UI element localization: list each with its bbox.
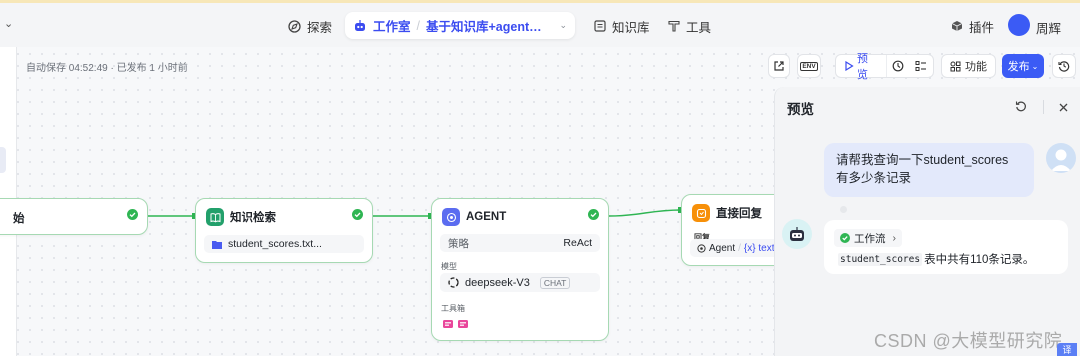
answer-text: 表中共有110条记录。 (924, 254, 1035, 266)
agent-model-name: deepseek-V3 (465, 276, 530, 289)
folder-icon (212, 240, 222, 249)
workflow-trace-label: 工作流 (854, 232, 886, 245)
database-tool-icon[interactable] (458, 317, 468, 331)
success-check-icon (352, 209, 363, 223)
reply-ref-variable: {x} text (743, 242, 775, 254)
user-message-bubble: 请帮我查询一下student_scores 有多少条记录 (824, 143, 1034, 197)
bot-message-bubble: 工作流 › student_scores 表中共有110条记录。 (824, 220, 1068, 274)
agent-model-row[interactable]: deepseek-V3 CHAT (440, 273, 600, 292)
chevron-right-icon: › (892, 232, 897, 244)
agent-strategy-value: ReAct (563, 237, 592, 249)
agent-strategy-label: 策略 (448, 237, 469, 250)
agent-model-tag: CHAT (539, 276, 571, 289)
knowledge-node-header: 知识检索 (206, 208, 276, 226)
watermark-text: CSDN @大模型研究院 (874, 331, 1063, 351)
agent-node-header: AGENT (442, 208, 506, 226)
close-icon[interactable] (1059, 101, 1068, 115)
knowledge-node-title: 知识检索 (230, 212, 276, 224)
knowledge-file-name: student_scores.txt... (228, 238, 322, 250)
reply-node-title: 直接回复 (716, 208, 762, 220)
agent-toolbox-label: 工具箱 (441, 304, 465, 313)
reply-ref-source: Agent (709, 242, 736, 254)
loading-dot (840, 206, 847, 213)
success-check-icon (588, 209, 599, 223)
bot-answer: student_scores 表中共有110条记录。 (838, 251, 1034, 267)
reply-variable-ref[interactable]: Agent / {x} text (690, 239, 786, 257)
success-check-icon (127, 209, 138, 223)
user-message-text: 请帮我查询一下student_scores 有多少条记录 (836, 153, 1009, 185)
agent-node-title: AGENT (466, 211, 507, 223)
agent-icon (442, 208, 460, 226)
agent-node[interactable]: AGENT 策略 ReAct 模型 deepseek-V3 CHAT 工具箱 (431, 198, 609, 341)
success-check-icon (840, 233, 850, 243)
agent-small-icon (697, 243, 706, 253)
database-tool-icon[interactable] (443, 317, 453, 331)
reply-icon (692, 204, 710, 222)
bot-robot-icon (790, 227, 804, 241)
knowledge-file-item[interactable]: student_scores.txt... (204, 235, 364, 253)
deepseek-model-icon (448, 277, 459, 288)
edge-agent-reply (608, 209, 682, 217)
preview-panel-title: 预览 (787, 102, 814, 117)
agent-strategy-row[interactable]: 策略 ReAct (440, 234, 600, 252)
refresh-icon[interactable] (1015, 100, 1027, 115)
reply-ref-separator: / (738, 242, 741, 254)
workflow-trace-tag[interactable]: 工作流 › (834, 229, 902, 247)
agent-model-label: 模型 (441, 262, 457, 271)
panel-header-divider (1043, 100, 1044, 114)
knowledge-node[interactable]: 知识检索 student_scores.txt... (195, 198, 373, 263)
answer-code-span: student_scores (838, 252, 923, 266)
user-message-avatar (1046, 143, 1076, 173)
bot-avatar (782, 219, 812, 249)
start-node[interactable]: 始 (0, 198, 148, 235)
start-node-title: 始 (13, 213, 25, 225)
reply-node-header: 直接回复 (692, 204, 762, 222)
book-icon (206, 208, 224, 226)
translate-badge[interactable]: 译 (1057, 343, 1077, 356)
